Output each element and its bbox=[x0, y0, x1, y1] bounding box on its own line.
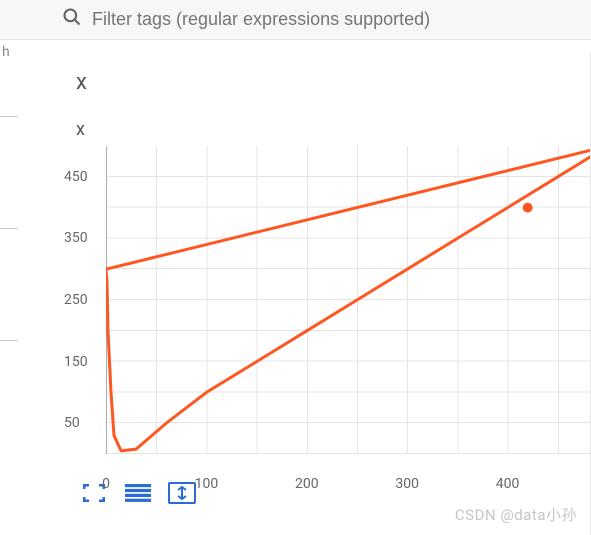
chart-plot[interactable] bbox=[106, 146, 591, 454]
chart-area: 50150250350450 0100200300400500 bbox=[106, 146, 591, 454]
lines-icon[interactable] bbox=[124, 482, 152, 504]
panel-tag: x bbox=[48, 52, 591, 99]
filter-bar bbox=[0, 0, 591, 40]
watermark: CSDN @data小孙 bbox=[455, 504, 577, 525]
left-sidebar-edge: h bbox=[0, 0, 18, 535]
fit-domain-button[interactable] bbox=[168, 482, 196, 504]
chart-panel: x x 50150250350450 0100200300400500 bbox=[48, 52, 591, 535]
search-icon bbox=[62, 7, 82, 32]
sidebar-label: h bbox=[2, 44, 10, 60]
search-input[interactable] bbox=[92, 9, 591, 30]
chart-title: x bbox=[48, 99, 591, 146]
